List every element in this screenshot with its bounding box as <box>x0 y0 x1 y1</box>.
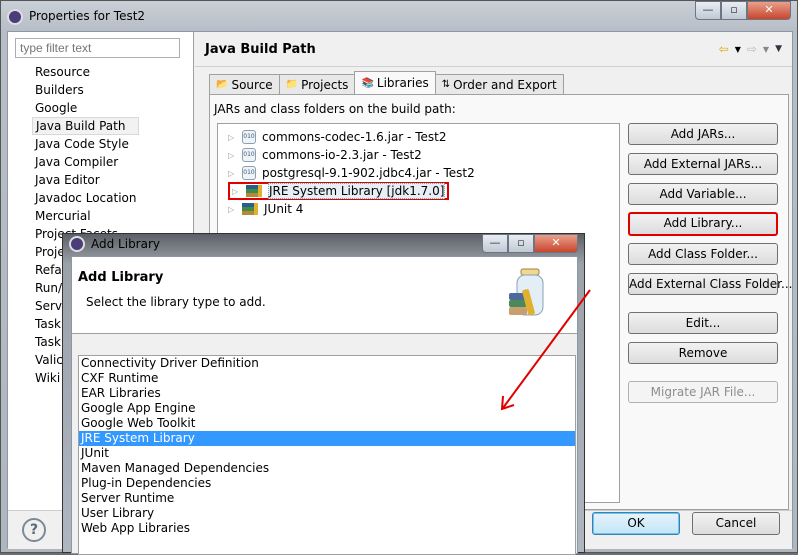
ok-button[interactable]: OK <box>592 512 680 535</box>
tab-label: Source <box>231 77 273 92</box>
tree-item[interactable]: ▷ 010 commons-codec-1.6.jar - Test2 <box>228 128 446 146</box>
library-type-item[interactable]: Server Runtime <box>79 491 575 506</box>
jar-icon: 010 <box>242 148 256 162</box>
tree-item-label: commons-io-2.3.jar - Test2 <box>262 148 422 162</box>
expand-icon[interactable]: ▷ <box>228 205 236 214</box>
dialog-description: Select the library type to add. <box>86 295 266 309</box>
eclipse-icon <box>7 9 23 25</box>
library-type-item[interactable]: Connectivity Driver Definition <box>79 356 575 371</box>
tab-label: Libraries <box>376 76 429 90</box>
back-dropdown-icon[interactable]: ▼ <box>735 45 741 54</box>
tab-bar: 📂 Source 📁 Projects 📚 Libraries ⇅ Order and Exp… <box>209 71 564 94</box>
dialog-title: Add Library <box>91 237 161 251</box>
tree-item[interactable]: ▷ 010 postgresql-9.1-902.jdbc4.jar - Test2 <box>228 164 475 182</box>
dialog-minimize-button[interactable]: — <box>482 234 508 253</box>
library-type-item[interactable]: Maven Managed Dependencies <box>79 461 575 476</box>
expand-icon[interactable]: ▷ <box>228 151 236 160</box>
expand-icon[interactable]: ▷ <box>228 133 236 142</box>
library-type-item[interactable]: JRE System Library <box>79 431 575 446</box>
jar-icon: 010 <box>242 130 256 144</box>
nav-item[interactable]: Java Code Style <box>32 135 139 153</box>
add-jars-button[interactable]: Add JARs... <box>628 123 778 145</box>
tab-label: Order and Export <box>453 77 557 92</box>
expand-icon[interactable]: ▷ <box>232 187 240 196</box>
library-type-item[interactable]: CXF Runtime <box>79 371 575 386</box>
tree-item-label: JRE System Library [jdk1.7.0] <box>268 183 446 199</box>
tree-item-label: JUnit 4 <box>264 202 304 216</box>
history-nav: ⇦ ▼ ⇨ ▼ ▼ <box>719 42 782 56</box>
tree-item[interactable]: ▷ JUnit 4 <box>228 200 303 218</box>
dialog-header: Add Library Select the library type to a… <box>72 257 577 334</box>
add-external-jars-button[interactable]: Add External JARs... <box>628 153 778 175</box>
add-external-class-folder-button[interactable]: Add External Class Folder... <box>628 273 792 295</box>
tree-item[interactable]: ▷ JRE System Library [jdk1.7.0] <box>228 182 450 200</box>
tab-projects[interactable]: 📁 Projects <box>278 74 356 94</box>
source-folder-icon: 📂 <box>216 79 229 90</box>
filter-input[interactable] <box>15 38 180 58</box>
nav-item[interactable]: Mercurial <box>32 207 139 225</box>
tab-source[interactable]: 📂 Source <box>209 74 280 94</box>
library-type-item[interactable]: Plug-in Dependencies <box>79 476 575 491</box>
library-type-item[interactable]: EAR Libraries <box>79 386 575 401</box>
page-title: Java Build Path <box>205 42 316 57</box>
dialog-maximize-button[interactable]: ▫ <box>508 234 534 253</box>
forward-arrow-icon[interactable]: ⇨ <box>747 42 757 56</box>
library-type-item[interactable]: Google Web Toolkit <box>79 416 575 431</box>
close-button[interactable]: ✕ <box>747 1 791 20</box>
library-type-item[interactable]: JUnit <box>79 446 575 461</box>
window-title: Properties for Test2 <box>29 9 146 23</box>
view-menu-icon[interactable]: ▼ <box>775 44 782 54</box>
library-type-item[interactable]: Google App Engine <box>79 401 575 416</box>
jar-icon: 010 <box>242 166 256 180</box>
back-arrow-icon[interactable]: ⇦ <box>719 42 729 56</box>
remove-button[interactable]: Remove <box>628 342 778 364</box>
libraries-icon: 📚 <box>361 77 374 89</box>
library-type-item[interactable]: Web App Libraries <box>79 521 575 536</box>
library-icon <box>242 203 258 215</box>
library-icon <box>246 185 262 197</box>
expand-icon[interactable]: ▷ <box>228 169 236 178</box>
maximize-button[interactable]: ▫ <box>721 1 747 20</box>
migrate-jar-button[interactable]: Migrate JAR File... <box>628 381 778 403</box>
nav-item[interactable]: Java Compiler <box>32 153 139 171</box>
library-jar-icon <box>509 268 544 316</box>
eclipse-icon <box>69 236 85 252</box>
tab-description: JARs and class folders on the build path… <box>214 102 456 116</box>
nav-item[interactable]: Builders <box>32 81 139 99</box>
tree-item-label: commons-codec-1.6.jar - Test2 <box>262 130 447 144</box>
nav-item[interactable]: Javadoc Location <box>32 189 139 207</box>
nav-item[interactable]: Java Build Path <box>32 117 140 135</box>
edit-button[interactable]: Edit... <box>628 312 778 334</box>
dialog-header-title: Add Library <box>78 270 164 285</box>
title-bar: Properties for Test2 — ▫ ✕ <box>1 1 797 31</box>
projects-folder-icon: 📁 <box>285 79 299 90</box>
help-icon[interactable]: ? <box>22 518 46 542</box>
tab-label: Projects <box>301 77 349 92</box>
library-type-list[interactable]: Connectivity Driver Definition CXF Runtim… <box>78 355 576 555</box>
add-class-folder-button[interactable]: Add Class Folder... <box>628 243 778 265</box>
tree-item[interactable]: ▷ 010 commons-io-2.3.jar - Test2 <box>228 146 422 164</box>
add-library-dialog: Add Library — ▫ ✕ Add Library Select the… <box>62 233 585 555</box>
tab-order-and-export[interactable]: ⇅ Order and Export <box>434 74 564 94</box>
nav-item[interactable]: Google <box>32 99 139 117</box>
order-export-icon: ⇅ <box>441 79 451 90</box>
nav-item[interactable]: Java Editor <box>32 171 139 189</box>
library-type-item[interactable]: User Library <box>79 506 575 521</box>
dialog-close-button[interactable]: ✕ <box>534 234 578 253</box>
nav-item[interactable]: Resource <box>32 63 139 81</box>
tree-item-label: postgresql-9.1-902.jdbc4.jar - Test2 <box>262 166 475 180</box>
forward-dropdown-icon[interactable]: ▼ <box>763 45 769 54</box>
add-variable-button[interactable]: Add Variable... <box>628 183 778 205</box>
add-library-button[interactable]: Add Library... <box>628 212 778 236</box>
minimize-button[interactable]: — <box>695 1 721 20</box>
cancel-button[interactable]: Cancel <box>692 512 780 535</box>
tab-libraries[interactable]: 📚 Libraries <box>354 71 436 94</box>
